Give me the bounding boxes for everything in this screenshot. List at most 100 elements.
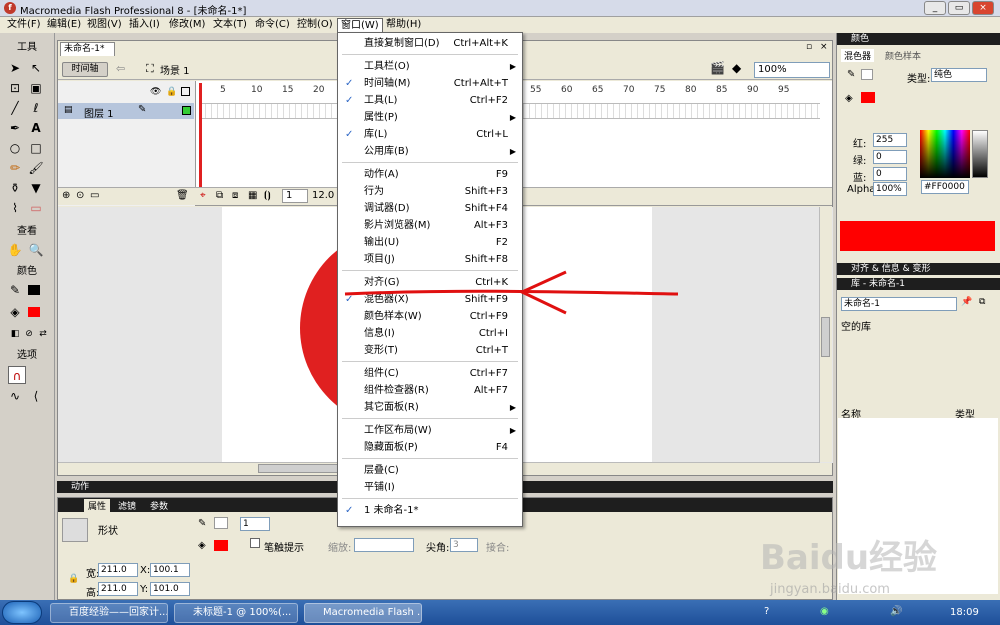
add-layer-icon[interactable]: ⊕ (62, 190, 70, 201)
menu-item[interactable]: 工具栏(O) ▶ (338, 58, 522, 75)
menu-item[interactable]: ✓ 工具(L) Ctrl+F2 (338, 92, 522, 109)
task-flash[interactable]: Macromedia Flash ... (304, 603, 422, 623)
eraser-tool-icon[interactable]: ▭ (27, 199, 45, 217)
color-spectrum[interactable] (920, 130, 970, 178)
ink-bottle-icon[interactable]: ⚱ (6, 179, 24, 197)
fill-type-select[interactable]: 纯色 (931, 68, 987, 82)
scale-select[interactable] (354, 538, 414, 552)
minimize-button[interactable]: _ (924, 1, 946, 15)
task-photoshop[interactable]: 未标题-1 @ 100%(... (174, 603, 298, 623)
smooth-icon[interactable]: ∿ (6, 387, 24, 405)
menu-edit[interactable]: 编辑(E) (44, 18, 84, 32)
menu-item[interactable]: 直接复制窗口(D) Ctrl+Alt+K (338, 35, 522, 52)
stroke-mini-swatch[interactable] (861, 69, 873, 80)
vertical-scrollbar[interactable] (819, 207, 832, 462)
red-input[interactable]: 255 (873, 133, 907, 147)
menu-control[interactable]: 控制(O) (294, 18, 336, 32)
menu-view[interactable]: 视图(V) (84, 18, 125, 32)
text-tool-icon[interactable]: A (27, 119, 45, 137)
fill-color-icon[interactable]: ◈ (6, 303, 24, 321)
onion-skin-icon[interactable]: ⧉ (216, 190, 223, 201)
menu-item[interactable]: 行为 Shift+F3 (338, 183, 522, 200)
green-input[interactable]: 0 (873, 150, 907, 164)
lasso-tool-icon[interactable]: ℓ (27, 99, 45, 117)
tab-parameters[interactable]: 参数 (150, 499, 168, 512)
stroke-color-box[interactable] (214, 517, 228, 529)
eyedropper-icon[interactable]: ⌇ (6, 199, 24, 217)
fill-mini-icon[interactable]: ◈ (845, 93, 853, 104)
menu-text[interactable]: 文本(T) (210, 18, 250, 32)
snap-magnet-icon[interactable]: ∩ (8, 366, 26, 384)
menu-item[interactable]: 公用库(B) ▶ (338, 143, 522, 160)
corner-input[interactable]: 3 (450, 538, 478, 552)
menu-file[interactable]: 文件(F) (4, 18, 44, 32)
v-scroll-thumb[interactable] (821, 317, 830, 357)
add-guide-icon[interactable]: ⊙ (76, 190, 84, 201)
onion-markers-icon[interactable]: ⦗⦘ (264, 190, 271, 201)
document-tab[interactable]: 未命名-1* (60, 42, 115, 56)
onion-outline-icon[interactable]: ⧈ (232, 190, 238, 201)
menu-item[interactable]: 信息(I) Ctrl+I (338, 325, 522, 342)
hand-tool-icon[interactable]: ✋ (6, 241, 24, 259)
rectangle-tool-icon[interactable]: □ (27, 139, 45, 157)
edit-symbol-icon[interactable]: ◆ (732, 61, 741, 75)
edit-multiple-icon[interactable]: ▦ (248, 190, 257, 201)
zoom-tool-icon[interactable]: 🔍 (27, 241, 45, 259)
center-frame-icon[interactable]: ⌖ (200, 190, 206, 201)
x-input[interactable]: 100.1 (150, 563, 190, 577)
doc-close-icon[interactable]: × (820, 42, 828, 52)
edit-scene-icon[interactable]: 🎬 (710, 61, 725, 75)
fill-swatch[interactable] (28, 307, 40, 317)
menu-item[interactable]: 隐藏面板(P) F4 (338, 439, 522, 456)
menu-item[interactable]: 组件(C) Ctrl+F7 (338, 365, 522, 382)
menu-item[interactable]: 影片浏览器(M) Alt+F3 (338, 217, 522, 234)
layer-name[interactable]: 图层 1 (84, 105, 114, 120)
fill-mini-swatch[interactable] (861, 92, 875, 103)
menu-item[interactable]: 层叠(C) (338, 462, 522, 479)
menu-item[interactable]: 项目(J) Shift+F8 (338, 251, 522, 268)
menu-item[interactable]: ✓ 时间轴(M) Ctrl+Alt+T (338, 75, 522, 92)
tab-color-swatches[interactable]: 颜色样本 (885, 49, 921, 62)
start-button[interactable] (2, 601, 42, 624)
menu-item[interactable]: ✓ 库(L) Ctrl+L (338, 126, 522, 143)
menu-item[interactable]: 属性(P) ▶ (338, 109, 522, 126)
subselect-tool-icon[interactable]: ↖ (27, 59, 45, 77)
tray-network-icon[interactable]: ◉ (820, 606, 829, 617)
arrow-tool-icon[interactable]: ➤ (6, 59, 24, 77)
menu-item[interactable]: 工作区布局(W) ▶ (338, 422, 522, 439)
task-baidu[interactable]: 百度经验——回家计... (50, 603, 168, 623)
trash-icon[interactable]: 🗑 (176, 190, 189, 201)
close-button[interactable]: × (972, 1, 994, 15)
pin-library-icon[interactable]: 📌 (961, 297, 972, 307)
width-input[interactable]: 211.0 (98, 563, 138, 577)
menu-item[interactable]: 组件检查器(R) Alt+F7 (338, 382, 522, 399)
library-doc-select[interactable]: 未命名-1 (841, 297, 957, 311)
stroke-color-icon[interactable]: ✎ (6, 281, 24, 299)
stroke-mini-icon[interactable]: ✎ (847, 69, 855, 80)
eye-icon[interactable]: 👁 (150, 87, 161, 97)
back-arrow-icon[interactable]: ⇦ (116, 62, 125, 75)
stroke-hint-checkbox[interactable] (250, 538, 260, 548)
fill-color-box[interactable] (214, 540, 228, 551)
add-folder-icon[interactable]: ▭ (90, 190, 99, 201)
menu-item[interactable]: 变形(T) Ctrl+T (338, 342, 522, 359)
hex-input[interactable]: #FF0000 (921, 180, 969, 194)
align-panel-header[interactable]: 对齐 & 信息 & 变形 (837, 263, 1000, 275)
tab-filters[interactable]: 滤镜 (118, 499, 136, 512)
zoom-select[interactable]: 100% (754, 62, 830, 78)
menu-item[interactable]: 输出(U) F2 (338, 234, 522, 251)
brush-tool-icon[interactable]: 🖌 (27, 159, 45, 177)
outline-icon[interactable] (181, 87, 190, 96)
lock-ratio-icon[interactable]: 🔒 (68, 574, 79, 584)
stroke-swatch[interactable] (28, 285, 40, 295)
pencil-tool-icon[interactable]: ✏ (6, 159, 24, 177)
straighten-icon[interactable]: ⟨ (27, 387, 45, 405)
menu-window[interactable]: 窗口(W) (337, 18, 383, 32)
stroke-width-input[interactable]: 1 (240, 517, 270, 531)
alpha-input[interactable]: 100% (873, 182, 907, 196)
swap-colors-icon[interactable]: ⇄ (34, 325, 52, 343)
timeline-toggle-button[interactable]: 时间轴 (62, 62, 108, 77)
layer-color-icon[interactable] (182, 106, 191, 115)
y-input[interactable]: 101.0 (150, 582, 190, 596)
menu-modify[interactable]: 修改(M) (166, 18, 208, 32)
